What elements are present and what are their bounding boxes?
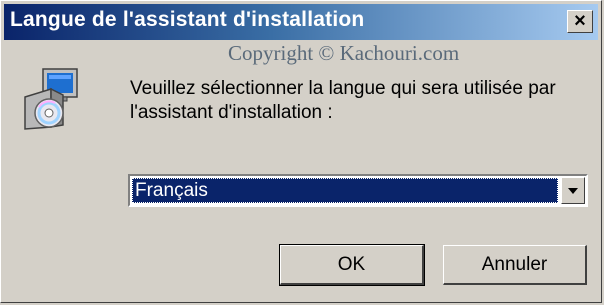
close-button[interactable]: ×	[567, 10, 593, 33]
language-select-value[interactable]: Français	[132, 178, 558, 203]
title-bar[interactable]: Langue de l'assistant d'installation ×	[4, 4, 598, 40]
ok-button[interactable]: OK	[279, 244, 425, 286]
installer-icon	[21, 67, 81, 131]
language-select[interactable]: Français	[128, 174, 588, 207]
window-title: Langue de l'assistant d'installation	[10, 8, 365, 31]
cancel-button[interactable]: Annuler	[443, 245, 587, 285]
watermark-text: Copyright © Kachouri.com	[228, 41, 460, 65]
chevron-down-icon	[568, 188, 578, 194]
dialog-window: Langue de l'assistant d'installation × C…	[0, 0, 602, 303]
dropdown-button[interactable]	[561, 177, 585, 204]
language-prompt: Veuillez sélectionner la langue qui sera…	[130, 78, 556, 123]
